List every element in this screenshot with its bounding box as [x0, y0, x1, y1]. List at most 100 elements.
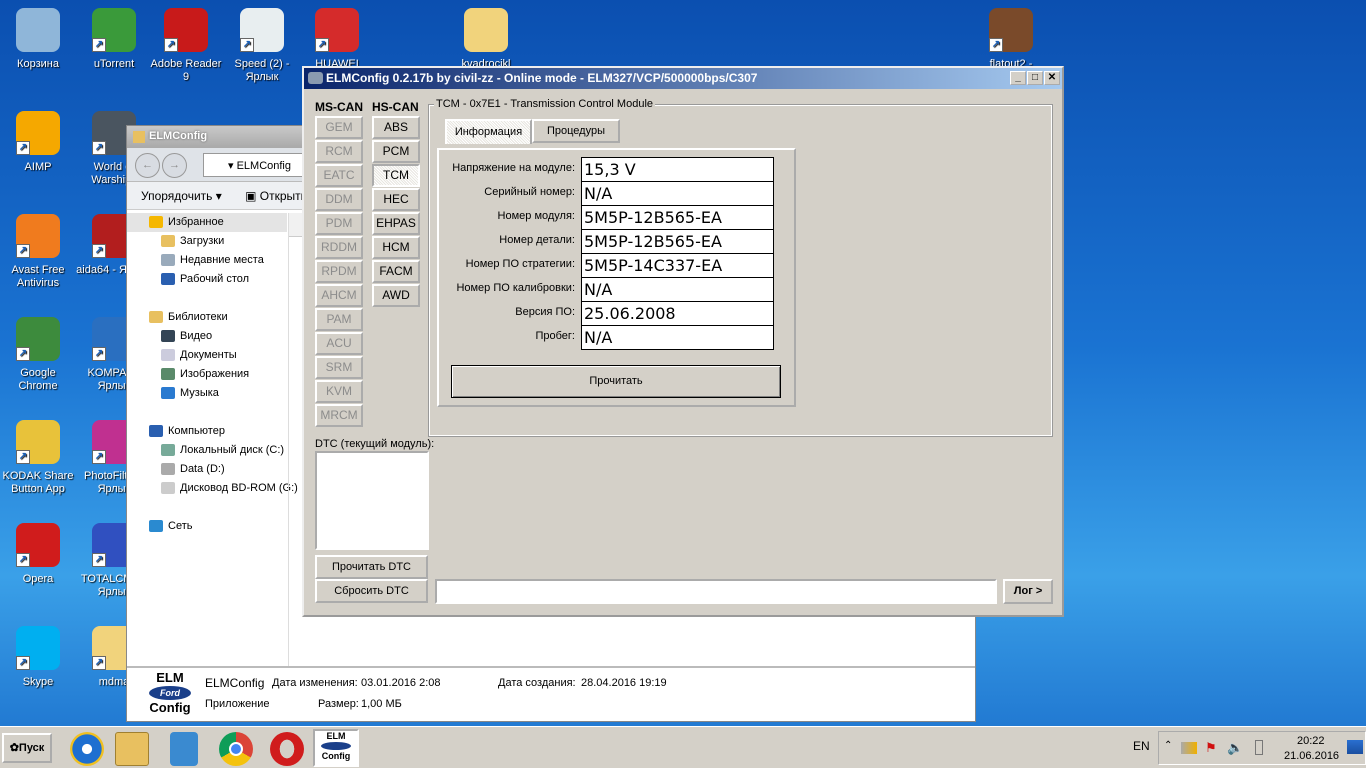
desktop-icon[interactable]: ↗ Avast Free Antivirus — [0, 214, 76, 290]
forward-button[interactable]: → — [162, 153, 187, 178]
nav-item[interactable]: Музыка — [127, 384, 287, 403]
internet-explorer-icon[interactable] — [70, 732, 104, 766]
language-indicator[interactable]: EN — [1133, 739, 1150, 753]
desktop-icon[interactable]: ↗ Google Chrome — [0, 317, 76, 393]
desktop-icon[interactable]: ↗ Skype — [0, 626, 76, 689]
module-button-srm[interactable]: SRM — [315, 356, 363, 379]
nav-item-label: Избранное — [168, 216, 224, 228]
elm-title: ELMConfig 0.2.17b by civil-zz - Online m… — [326, 71, 758, 85]
chrome-icon[interactable] — [219, 732, 253, 766]
minimize-button[interactable]: _ — [1010, 71, 1026, 85]
desktop-icon[interactable]: ↗ KODAK Share Button App — [0, 420, 76, 496]
desktop-icon[interactable]: ↗ uTorrent — [76, 8, 152, 71]
field-value: 15,3 V — [581, 157, 774, 182]
tab-info[interactable]: Информация — [445, 119, 532, 144]
explorer-taskbar-icon[interactable] — [115, 732, 149, 766]
desktop-icon[interactable]: ↗ HUAWEI — [299, 8, 375, 71]
shortcut-arrow-icon: ↗ — [16, 141, 30, 155]
elmconfig-logo: ELM Ford Config — [149, 670, 191, 715]
clock-time[interactable]: 20:22 — [1297, 735, 1325, 747]
read-dtc-button[interactable]: Прочитать DTC — [315, 555, 428, 579]
field-label: Серийный номер: — [484, 186, 575, 198]
clear-dtc-button[interactable]: Сбросить DTC — [315, 579, 428, 603]
nav-item[interactable]: Библиотеки — [127, 308, 287, 327]
desktop-icon[interactable]: ↗ flatout2 - — [973, 8, 1049, 71]
module-group-title: TCM - 0x7E1 - Transmission Control Modul… — [434, 98, 656, 110]
nav-item[interactable]: Рабочий стол — [127, 270, 287, 289]
shortcut-arrow-icon: ↗ — [16, 244, 30, 258]
start-button[interactable]: ✿Пуск — [2, 733, 52, 763]
module-button-gem[interactable]: GEM — [315, 116, 363, 139]
network-icon[interactable] — [1181, 742, 1197, 754]
nav-item-icon — [161, 254, 175, 267]
elm-title-bar[interactable]: ELMConfig 0.2.17b by civil-zz - Online m… — [304, 68, 1062, 89]
module-button-pam[interactable]: PAM — [315, 308, 363, 331]
aimp-icon: ↗ — [16, 111, 60, 155]
nav-item[interactable]: Избранное — [127, 213, 287, 232]
read-button[interactable]: Прочитать — [451, 365, 781, 398]
media-player-icon[interactable] — [170, 732, 198, 766]
desktop-icon-label: Skype — [22, 676, 54, 688]
module-button-rpdm[interactable]: RPDM — [315, 260, 363, 283]
battery-icon[interactable] — [1255, 740, 1263, 755]
module-button-ddm[interactable]: DDM — [315, 188, 363, 211]
desktop-icon[interactable]: kvadrocikl — [448, 8, 524, 71]
back-button[interactable]: ← — [135, 153, 160, 178]
dtc-list[interactable] — [315, 451, 429, 550]
module-button-ahcm[interactable]: AHCM — [315, 284, 363, 307]
nav-item[interactable]: Компьютер — [127, 422, 287, 441]
field-label: Версия ПО: — [515, 306, 575, 318]
avast-icon: ↗ — [16, 214, 60, 258]
desktop-icon[interactable]: ↗ Opera — [0, 523, 76, 586]
nav-item[interactable]: Загрузки — [127, 232, 287, 251]
nav-item-label: Рабочий стол — [180, 273, 250, 285]
nav-item[interactable]: Сеть — [127, 517, 287, 536]
field-value: 25.06.2008 — [581, 301, 774, 326]
kvadrocikl-icon — [464, 8, 508, 52]
module-button-abs[interactable]: ABS — [372, 116, 420, 139]
module-button-eatc[interactable]: EATC — [315, 164, 363, 187]
desktop-icon[interactable]: ↗ Adobe Reader 9 — [148, 8, 224, 84]
show-desktop-icon[interactable] — [1347, 740, 1363, 754]
nav-item[interactable]: Видео — [127, 327, 287, 346]
opera-icon[interactable] — [270, 732, 304, 766]
desktop-icon-label: Google Chrome — [18, 367, 58, 392]
module-button-acu[interactable]: ACU — [315, 332, 363, 355]
module-button-rcm[interactable]: RCM — [315, 140, 363, 163]
field-value: N/A — [581, 277, 774, 302]
nav-item-icon — [161, 482, 175, 495]
shortcut-arrow-icon: ↗ — [92, 141, 106, 155]
elmconfig-taskbar-button[interactable]: ELM Config — [313, 729, 359, 767]
nav-item-label: Загрузки — [180, 235, 225, 247]
nav-item[interactable]: Data (D:) — [127, 460, 287, 479]
organize-button[interactable]: Упорядочить ▾ — [141, 189, 222, 203]
close-button[interactable]: ✕ — [1044, 71, 1060, 85]
size-label: Размер: — [318, 698, 359, 710]
module-button-pcm[interactable]: PCM — [372, 140, 420, 163]
address-input[interactable]: ▾ ELMConfig — [203, 153, 303, 177]
nav-item[interactable]: Локальный диск (C:) — [127, 441, 287, 460]
desktop-icon[interactable]: Корзина — [0, 8, 76, 71]
module-button-pdm[interactable]: PDM — [315, 212, 363, 235]
nav-item[interactable]: Недавние места — [127, 251, 287, 270]
nav-item-icon — [149, 311, 163, 324]
desktop-icon[interactable]: ↗ AIMP — [0, 111, 76, 174]
nav-item[interactable]: Документы — [127, 346, 287, 365]
volume-icon[interactable]: 🔈 — [1227, 740, 1243, 756]
tab-procedures[interactable]: Процедуры — [532, 119, 620, 143]
nav-item-label: Дисковод BD-ROM (G:) — [180, 482, 298, 494]
open-button[interactable]: ▣ Открыть — [245, 189, 307, 203]
desktop-icon[interactable]: ↗ Speed (2) - Ярлык — [224, 8, 300, 84]
nav-item[interactable]: Дисковод BD-ROM (G:) — [127, 479, 298, 498]
action-center-icon[interactable]: ⚑ — [1205, 740, 1217, 756]
clock-date[interactable]: 21.06.2016 — [1284, 750, 1339, 762]
nav-item[interactable]: Изображения — [127, 365, 287, 384]
log-button[interactable]: Лог > — [1003, 579, 1053, 604]
module-button-kvm[interactable]: KVM — [315, 380, 363, 403]
show-hidden-icons[interactable]: ⌃ — [1164, 740, 1172, 751]
module-button-rddm[interactable]: RDDM — [315, 236, 363, 259]
folder-icon — [133, 131, 145, 143]
maximize-button[interactable]: □ — [1027, 71, 1043, 85]
log-input[interactable] — [435, 579, 997, 604]
module-button-mrcm[interactable]: MRCM — [315, 404, 363, 427]
